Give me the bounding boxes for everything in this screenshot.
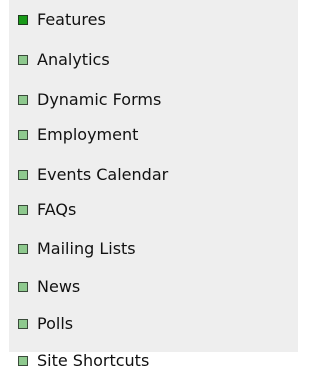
nav-item-employment[interactable]: Employment [18,124,138,146]
nav-item-label: Analytics [37,50,110,69]
nav-item-events-calendar[interactable]: Events Calendar [18,164,168,186]
square-bullet-icon [18,95,28,105]
nav-item-dynamic-forms[interactable]: Dynamic Forms [18,89,161,111]
nav-item-label: Site Shortcuts [37,351,150,370]
nav-item-news[interactable]: News [18,276,80,298]
square-bullet-icon [18,244,28,254]
square-bullet-icon [18,15,28,25]
nav-item-polls[interactable]: Polls [18,313,73,335]
nav-item-label: Features [37,10,106,29]
nav-item-label: News [37,277,81,296]
nav-item-label: Events Calendar [37,165,169,184]
nav-item-label: Mailing Lists [37,239,136,258]
nav-item-site-shortcuts[interactable]: Site Shortcuts [18,350,149,372]
square-bullet-icon [18,205,28,215]
nav-item-analytics[interactable]: Analytics [18,49,110,71]
nav-item-faqs[interactable]: FAQs [18,199,76,221]
square-bullet-icon [18,170,28,180]
square-bullet-icon [18,319,28,329]
square-bullet-icon [18,130,28,140]
square-bullet-icon [18,356,28,366]
feature-nav-panel: Features Analytics Dynamic Forms Employm… [9,0,298,370]
nav-item-label: Polls [37,314,74,333]
nav-item-label: Employment [37,125,139,144]
nav-item-features[interactable]: Features [18,9,106,31]
nav-item-label: Dynamic Forms [37,90,162,109]
nav-item-mailing-lists[interactable]: Mailing Lists [18,238,136,260]
square-bullet-icon [18,282,28,292]
square-bullet-icon [18,55,28,65]
nav-item-label: FAQs [37,200,77,219]
